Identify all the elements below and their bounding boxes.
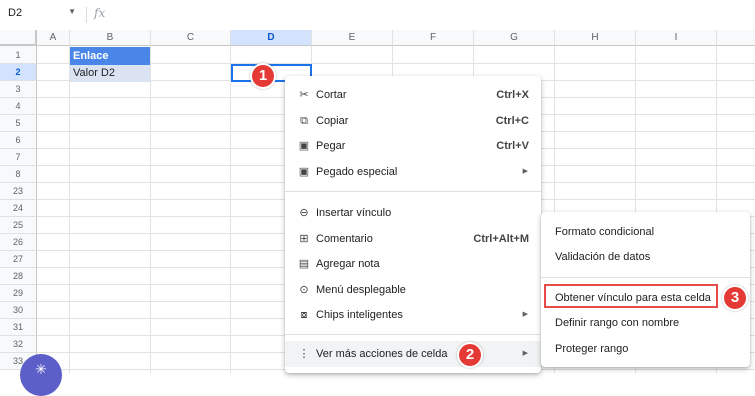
menu-item-label: Cortar [316, 89, 347, 101]
floating-action-button[interactable]: ✳ [20, 354, 62, 396]
shortcut-label: Ctrl+C [495, 115, 529, 127]
menu-item-pegar[interactable]: ▣ Pegar Ctrl+V [285, 133, 541, 159]
submenu-item-definir-rango[interactable]: Definir rango con nombre [541, 310, 750, 336]
column-header-a[interactable]: A [37, 30, 70, 46]
step-badge-2: 2 [457, 342, 483, 368]
menu-item-cortar[interactable]: ✂ Cortar Ctrl+X [285, 82, 541, 108]
menu-item-label: Copiar [316, 115, 349, 127]
shortcut-label: Ctrl+Alt+M [473, 233, 529, 245]
row-header[interactable]: 26 [0, 234, 37, 251]
column-header-e[interactable]: E [312, 30, 393, 46]
menu-item-label: Definir rango con nombre [555, 317, 680, 329]
row-header[interactable]: 1 [0, 46, 37, 64]
cell-b1[interactable]: Enlace [70, 47, 150, 65]
row-header[interactable]: 27 [0, 251, 37, 268]
sparkle-icon: ✳ [35, 361, 47, 377]
menu-item-label: Agregar nota [316, 258, 380, 270]
row-header[interactable]: 4 [0, 98, 37, 115]
menu-item-menu-desplegable[interactable]: ⊙ Menú desplegable [285, 277, 541, 303]
formula-bar: D2 ▼ fx [0, 0, 755, 31]
clipboard-icon: ▣ [298, 140, 310, 152]
step-badge-3: 3 [722, 285, 748, 311]
context-menu: ✂ Cortar Ctrl+X ⧉ Copiar Ctrl+C ▣ Pegar … [285, 76, 541, 373]
shortcut-label: Ctrl+V [496, 140, 529, 152]
column-header-c[interactable]: C [151, 30, 231, 46]
menu-item-label: Obtener vínculo para esta celda [555, 292, 711, 304]
menu-item-label: Pegado especial [316, 166, 398, 178]
copy-icon: ⧉ [300, 115, 308, 127]
dropdown-icon: ⊙ [299, 284, 309, 296]
column-header-f[interactable]: F [393, 30, 474, 46]
step-badge-1: 1 [250, 63, 276, 89]
menu-divider [541, 277, 750, 278]
column-header-h[interactable]: H [555, 30, 636, 46]
select-all-corner[interactable] [0, 30, 37, 46]
column-header-next[interactable] [717, 30, 755, 46]
menu-divider [285, 334, 541, 335]
menu-item-ver-mas-acciones[interactable]: ⋮ Ver más acciones de celda ▶ [285, 341, 541, 367]
chevron-right-icon: ▶ [522, 168, 528, 175]
chips-icon: ⧇ [300, 309, 308, 321]
comment-icon: ⊞ [299, 233, 309, 245]
submenu-item-proteger-rango[interactable]: Proteger rango [541, 336, 750, 362]
submenu-item-obtener-vinculo[interactable]: Obtener vínculo para esta celda [541, 284, 750, 311]
divider [86, 7, 87, 23]
menu-item-label: Comentario [316, 233, 373, 245]
row-header[interactable]: 28 [0, 268, 37, 285]
menu-item-label: Pegar [316, 140, 346, 152]
menu-item-insertar-vinculo[interactable]: ⊖ Insertar vínculo [285, 200, 541, 226]
chevron-right-icon: ▶ [522, 350, 528, 357]
row-header[interactable]: 25 [0, 217, 37, 234]
row-header[interactable]: 3 [0, 81, 37, 98]
menu-item-label: Validación de datos [555, 251, 651, 263]
scissors-icon: ✂ [299, 89, 309, 101]
menu-item-label: Proteger rango [555, 343, 629, 355]
row-header[interactable]: 6 [0, 132, 37, 149]
note-icon: ▤ [298, 258, 310, 270]
row-header[interactable]: 5 [0, 115, 37, 132]
row-header[interactable]: 29 [0, 285, 37, 302]
submenu-item-validacion-datos[interactable]: Validación de datos [541, 244, 750, 270]
row-header[interactable]: 7 [0, 149, 37, 166]
column-header-d[interactable]: D [231, 30, 312, 46]
menu-item-label: Insertar vínculo [316, 207, 392, 219]
name-box[interactable]: D2 ▼ [8, 7, 82, 23]
clipboard-icon: ▣ [298, 166, 310, 178]
row-header[interactable]: 8 [0, 166, 37, 183]
more-vert-icon: ⋮ [298, 348, 310, 360]
menu-item-label: Menú desplegable [316, 284, 406, 296]
column-header-b[interactable]: B [70, 30, 151, 46]
menu-item-pegado-especial[interactable]: ▣ Pegado especial ▶ [285, 159, 541, 185]
column-gridline [150, 46, 151, 373]
column-gridline [230, 46, 231, 373]
menu-item-label: Chips inteligentes [316, 309, 403, 321]
link-icon: ⊖ [299, 207, 309, 219]
row-header[interactable]: 23 [0, 183, 37, 200]
chevron-right-icon: ▶ [522, 311, 528, 318]
row-header[interactable]: 30 [0, 302, 37, 319]
column-header-g[interactable]: G [474, 30, 555, 46]
cell-b2[interactable]: Valor D2 [70, 65, 150, 82]
shortcut-label: Ctrl+X [496, 89, 529, 101]
submenu-more-cell-actions: Formato condicional Validación de datos … [541, 212, 750, 367]
menu-item-label: Ver más acciones de celda [316, 348, 448, 360]
fx-icon: fx [94, 6, 106, 20]
menu-item-label: Formato condicional [555, 226, 655, 238]
menu-item-copiar[interactable]: ⧉ Copiar Ctrl+C [285, 108, 541, 134]
row-header[interactable]: 2 [0, 64, 37, 81]
column-gridline [69, 46, 70, 373]
menu-item-chips-inteligentes[interactable]: ⧇ Chips inteligentes ▶ [285, 302, 541, 328]
menu-item-agregar-nota[interactable]: ▤ Agregar nota [285, 251, 541, 277]
chevron-down-icon[interactable]: ▼ [68, 7, 76, 16]
name-box-value: D2 [8, 7, 23, 19]
submenu-item-formato-condicional[interactable]: Formato condicional [541, 219, 750, 245]
column-header-i[interactable]: I [636, 30, 717, 46]
row-header[interactable]: 24 [0, 200, 37, 217]
row-header[interactable]: 31 [0, 319, 37, 336]
row-header[interactable]: 32 [0, 336, 37, 353]
menu-divider [285, 191, 541, 192]
menu-item-comentario[interactable]: ⊞ Comentario Ctrl+Alt+M [285, 226, 541, 252]
